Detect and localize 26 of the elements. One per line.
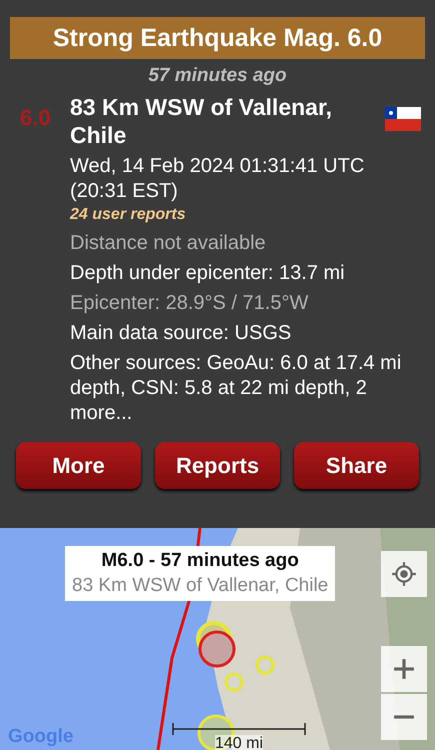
popup-title: M6.0 - 57 minutes ago [100, 550, 300, 572]
popup-subtitle: 83 Km WSW of Vallenar, Chile [72, 575, 328, 597]
location: 83 Km WSW of Vallenar, Chile [70, 93, 334, 149]
detail-text: Other sources: GeoAu: 6.0 at 17.4 mi depth, CSN: 5.8 at 22 mi depth, 2 more... [70, 351, 402, 426]
action-button[interactable]: More [16, 442, 141, 489]
action-button[interactable]: Reports [155, 442, 280, 489]
target-icon [391, 561, 417, 587]
minus-icon [393, 715, 415, 719]
time-ago: 57 minutes ago [147, 65, 288, 87]
scale-label: 140 mi [214, 735, 264, 750]
zoom-out-button[interactable] [381, 694, 427, 740]
detail-text: Epicenter: 28.9°S / 71.5°W [70, 291, 310, 316]
scale-bar-icon [172, 721, 306, 735]
zoom-in-button[interactable] [381, 646, 427, 692]
magnitude: 6.0 [19, 104, 52, 132]
date-time: Wed, 14 Feb 2024 01:31:41 UTC (20:31 EST) [70, 154, 366, 204]
flag-icon [385, 107, 421, 131]
detail-text: Distance not available [70, 231, 267, 256]
user-reports-link[interactable]: 24 user reports [70, 204, 421, 226]
plus-icon [393, 658, 415, 680]
map-popup[interactable]: M6.0 - 57 minutes ago 83 Km WSW of Vallenar, Chile [65, 546, 336, 601]
detail-text: Main data source: USGS [70, 321, 292, 346]
title: Strong Earthquake Mag. 6.0 [52, 24, 382, 52]
my-location-button[interactable] [381, 551, 427, 597]
action-button[interactable]: Share [294, 442, 419, 489]
detail-text: Depth under epicenter: 13.7 mi [70, 261, 346, 286]
